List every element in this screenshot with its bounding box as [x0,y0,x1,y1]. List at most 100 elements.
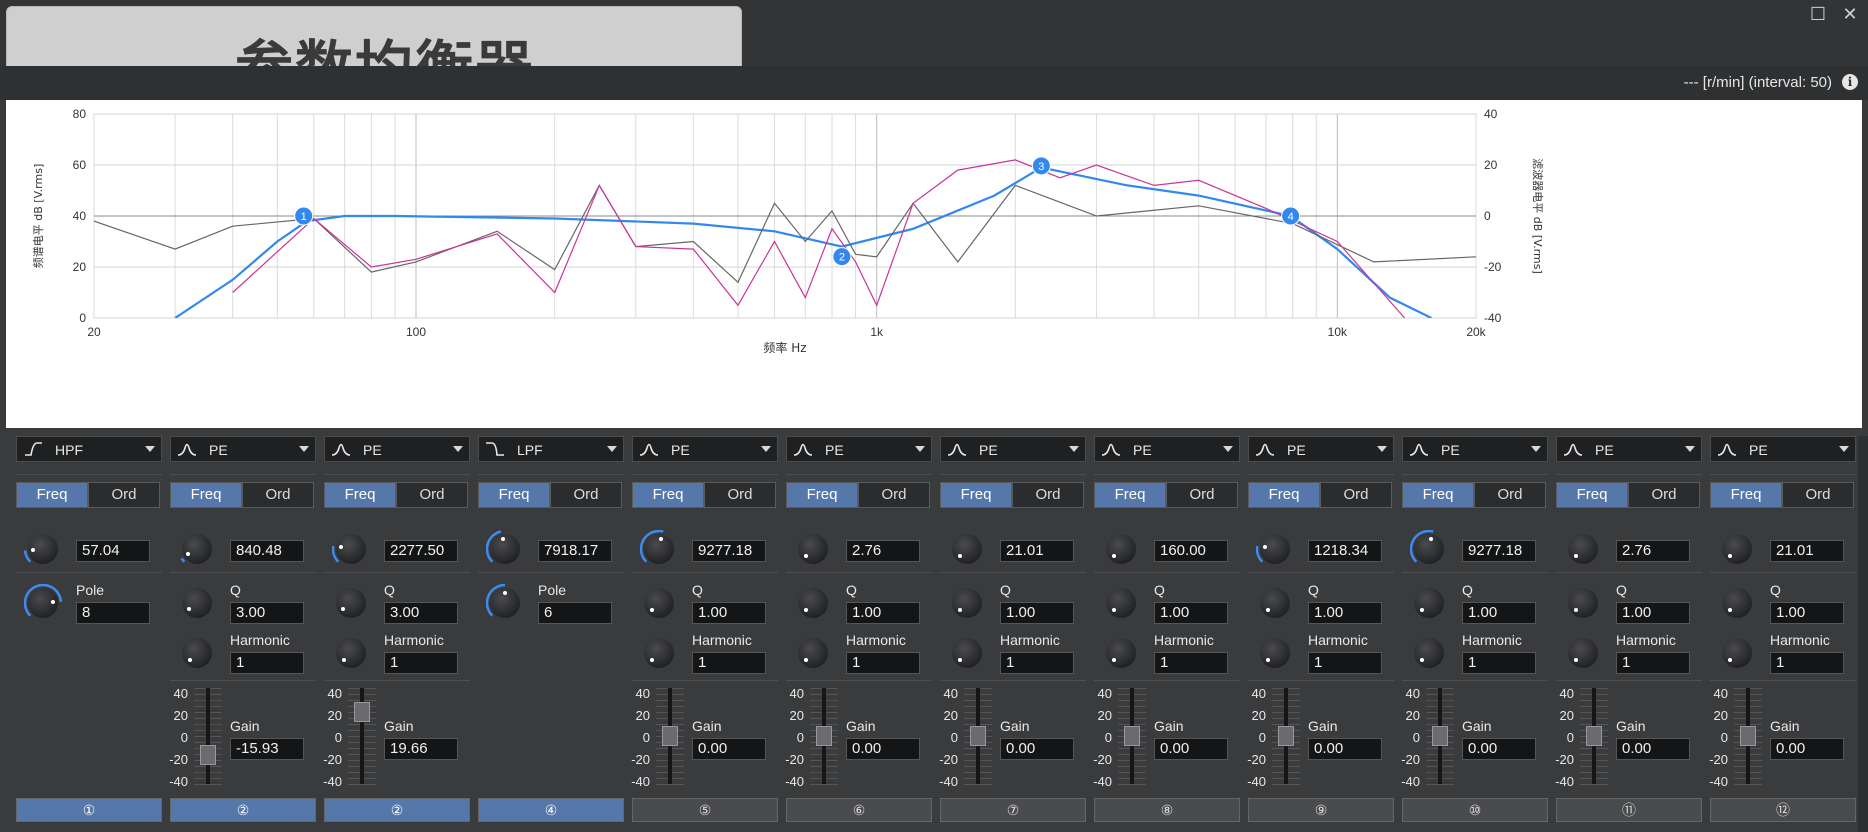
q-knob[interactable] [1260,588,1290,618]
ord-tab[interactable]: Ord [1474,482,1546,508]
gain-slider-thumb[interactable] [816,726,832,746]
freq-knob[interactable] [1722,534,1752,564]
q-input[interactable]: 1.00 [1616,602,1690,624]
q-knob[interactable] [182,588,212,618]
harmonic-input[interactable]: 1 [384,652,458,674]
harmonic-input[interactable]: 1 [230,652,304,674]
freq-knob[interactable] [180,534,212,564]
filter-type-select[interactable]: PE [1556,436,1702,462]
q-input[interactable]: 1.00 [692,602,766,624]
freq-knob[interactable] [1410,530,1444,564]
gain-slider-thumb[interactable] [1740,726,1756,746]
gain-slider-thumb[interactable] [354,702,370,723]
harmonic-input[interactable]: 1 [1462,652,1536,674]
pole-input[interactable]: 8 [76,602,150,624]
q-knob[interactable] [336,588,366,618]
channel-toggle-button[interactable]: ⑨ [1248,798,1394,822]
gain-input[interactable]: 0.00 [1616,738,1690,760]
gain-slider-thumb[interactable] [1432,726,1448,746]
filter-type-select[interactable]: HPF [16,436,162,462]
freq-tab[interactable]: Freq [1402,482,1474,508]
gain-input[interactable]: -15.93 [230,738,304,760]
gain-slider-thumb[interactable] [1124,726,1140,746]
q-input[interactable]: 1.00 [846,602,920,624]
ord-tab[interactable]: Ord [242,482,314,508]
freq-tab[interactable]: Freq [940,482,1012,508]
gain-input[interactable]: 0.00 [1770,738,1844,760]
channel-toggle-button[interactable]: ⑧ [1094,798,1240,822]
q-input[interactable]: 1.00 [1000,602,1074,624]
filter-type-select[interactable]: PE [632,436,778,462]
freq-input[interactable]: 2.76 [846,540,920,562]
eq-chart-svg[interactable]: 20 100 1k 10k 20k80604020040200-20-40频率 Hz频谱… [6,100,1862,428]
freq-input[interactable]: 9277.18 [1462,540,1536,562]
info-icon[interactable]: i [1842,74,1858,90]
harmonic-input[interactable]: 1 [692,652,766,674]
freq-knob[interactable] [1568,534,1598,564]
harmonic-knob[interactable] [336,638,366,668]
harmonic-knob[interactable] [1106,638,1136,668]
freq-input[interactable]: 21.01 [1770,540,1844,562]
ord-tab[interactable]: Ord [550,482,622,508]
q-input[interactable]: 3.00 [384,602,458,624]
freq-tab[interactable]: Freq [1094,482,1166,508]
q-input[interactable]: 1.00 [1154,602,1228,624]
channel-toggle-button[interactable]: ② [170,798,316,822]
gain-slider-thumb[interactable] [200,745,216,766]
channel-toggle-button[interactable]: ⑩ [1402,798,1548,822]
harmonic-knob[interactable] [1414,638,1444,668]
pole-input[interactable]: 6 [538,602,612,624]
freq-knob[interactable] [24,534,58,564]
harmonic-input[interactable]: 1 [1154,652,1228,674]
harmonic-knob[interactable] [798,638,828,668]
freq-tab[interactable]: Freq [16,482,88,508]
channel-toggle-button[interactable]: ⑥ [786,798,932,822]
harmonic-input[interactable]: 1 [1000,652,1074,674]
q-input[interactable]: 1.00 [1308,602,1382,624]
scrollbar[interactable] [1858,436,1868,832]
filter-type-select[interactable]: PE [1402,436,1548,462]
freq-input[interactable]: 160.00 [1154,540,1228,562]
harmonic-input[interactable]: 1 [1616,652,1690,674]
filter-type-select[interactable]: PE [324,436,470,462]
freq-tab[interactable]: Freq [1710,482,1782,508]
harmonic-input[interactable]: 1 [846,652,920,674]
freq-tab[interactable]: Freq [786,482,858,508]
q-input[interactable]: 1.00 [1462,602,1536,624]
harmonic-knob[interactable] [952,638,982,668]
harmonic-knob[interactable] [1568,638,1598,668]
gain-slider-track[interactable] [206,688,210,784]
q-knob[interactable] [644,588,674,618]
channel-toggle-button[interactable]: ⑦ [940,798,1086,822]
q-knob[interactable] [1722,588,1752,618]
freq-knob[interactable] [798,534,828,564]
ord-tab[interactable]: Ord [1320,482,1392,508]
q-input[interactable]: 3.00 [230,602,304,624]
filter-type-select[interactable]: PE [1094,436,1240,462]
freq-tab[interactable]: Freq [1248,482,1320,508]
freq-input[interactable]: 2277.50 [384,540,458,562]
ord-tab[interactable]: Ord [1166,482,1238,508]
q-knob[interactable] [1568,588,1598,618]
freq-input[interactable]: 1218.34 [1308,540,1382,562]
channel-toggle-button[interactable]: ⑫ [1710,798,1856,822]
freq-knob[interactable] [952,534,982,564]
ord-tab[interactable]: Ord [396,482,468,508]
eq-chart[interactable]: 20 100 1k 10k 20k 80 60 40 20 0 40 20 0 -20 -40 频率 Hz 频谱… [6,100,1862,428]
ord-tab[interactable]: Ord [704,482,776,508]
gain-slider-thumb[interactable] [1586,726,1602,746]
harmonic-knob[interactable] [182,638,212,668]
channel-toggle-button[interactable]: ⑪ [1556,798,1702,822]
ord-tab[interactable]: Ord [88,482,160,508]
freq-knob[interactable] [486,530,520,564]
pole-knob[interactable] [24,584,62,618]
q-knob[interactable] [952,588,982,618]
freq-tab[interactable]: Freq [1556,482,1628,508]
filter-type-select[interactable]: PE [1248,436,1394,462]
channel-toggle-button[interactable]: ① [16,798,162,822]
gain-input[interactable]: 0.00 [1462,738,1536,760]
q-knob[interactable] [798,588,828,618]
freq-tab[interactable]: Freq [632,482,704,508]
ord-tab[interactable]: Ord [858,482,930,508]
harmonic-knob[interactable] [1722,638,1752,668]
